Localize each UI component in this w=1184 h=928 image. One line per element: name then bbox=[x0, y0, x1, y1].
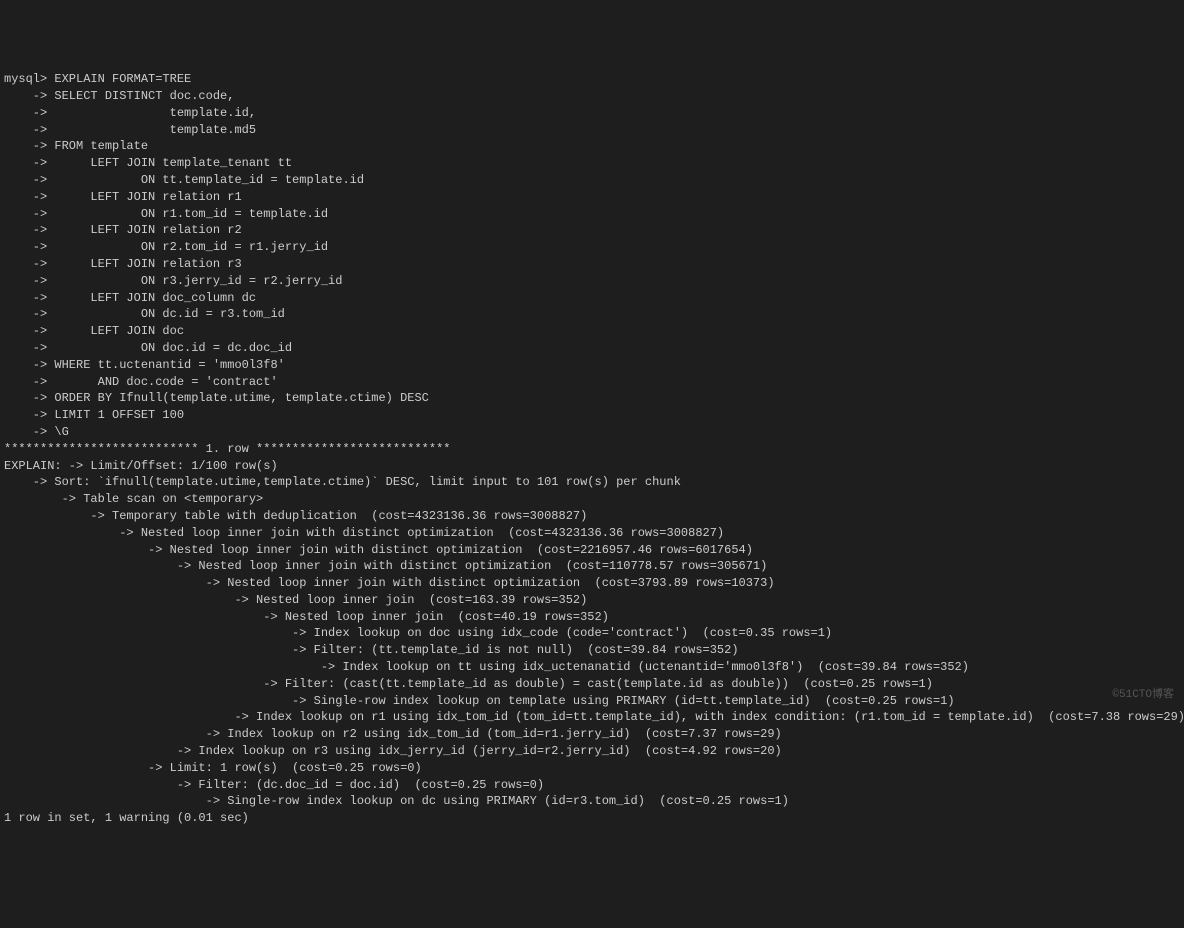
terminal-line: -> ON r3.jerry_id = r2.jerry_id bbox=[4, 273, 1180, 290]
terminal-line: -> Filter: (cast(tt.template_id as doubl… bbox=[4, 676, 1180, 693]
terminal-line: -> ORDER BY Ifnull(template.utime, templ… bbox=[4, 390, 1180, 407]
watermark-text: ©51CTO博客 bbox=[1112, 688, 1174, 703]
terminal-line: -> Filter: (tt.template_id is not null) … bbox=[4, 642, 1180, 659]
terminal-line: -> ON r1.tom_id = template.id bbox=[4, 206, 1180, 223]
terminal-line: mysql> EXPLAIN FORMAT=TREE bbox=[4, 71, 1180, 88]
terminal-line: -> Nested loop inner join with distinct … bbox=[4, 575, 1180, 592]
terminal-line: -> ON doc.id = dc.doc_id bbox=[4, 340, 1180, 357]
terminal-line: -> Nested loop inner join with distinct … bbox=[4, 525, 1180, 542]
terminal-line: 1 row in set, 1 warning (0.01 sec) bbox=[4, 810, 1180, 827]
terminal-line: -> Nested loop inner join (cost=163.39 r… bbox=[4, 592, 1180, 609]
terminal-line: -> Limit: 1 row(s) (cost=0.25 rows=0) bbox=[4, 760, 1180, 777]
terminal-line: *************************** 1. row *****… bbox=[4, 441, 1180, 458]
terminal-line: -> LEFT JOIN relation r2 bbox=[4, 222, 1180, 239]
terminal-line: -> Nested loop inner join with distinct … bbox=[4, 542, 1180, 559]
terminal-line: -> Index lookup on r1 using idx_tom_id (… bbox=[4, 709, 1180, 726]
terminal-output[interactable]: mysql> EXPLAIN FORMAT=TREE -> SELECT DIS… bbox=[4, 71, 1180, 827]
terminal-line: EXPLAIN: -> Limit/Offset: 1/100 row(s) bbox=[4, 458, 1180, 475]
terminal-line: -> Index lookup on r3 using idx_jerry_id… bbox=[4, 743, 1180, 760]
terminal-line: -> Nested loop inner join (cost=40.19 ro… bbox=[4, 609, 1180, 626]
terminal-line: -> Sort: `ifnull(template.utime,template… bbox=[4, 474, 1180, 491]
terminal-line: -> ON tt.template_id = template.id bbox=[4, 172, 1180, 189]
terminal-line: -> SELECT DISTINCT doc.code, bbox=[4, 88, 1180, 105]
terminal-line: -> Nested loop inner join with distinct … bbox=[4, 558, 1180, 575]
terminal-line: -> Index lookup on r2 using idx_tom_id (… bbox=[4, 726, 1180, 743]
terminal-line: -> ON r2.tom_id = r1.jerry_id bbox=[4, 239, 1180, 256]
terminal-line: -> Single-row index lookup on dc using P… bbox=[4, 793, 1180, 810]
terminal-line: -> Single-row index lookup on template u… bbox=[4, 693, 1180, 710]
terminal-line: -> Filter: (dc.doc_id = doc.id) (cost=0.… bbox=[4, 777, 1180, 794]
terminal-line: -> LEFT JOIN relation r3 bbox=[4, 256, 1180, 273]
terminal-line: -> AND doc.code = 'contract' bbox=[4, 374, 1180, 391]
terminal-line: -> LEFT JOIN doc bbox=[4, 323, 1180, 340]
terminal-line: -> template.id, bbox=[4, 105, 1180, 122]
terminal-line: -> LIMIT 1 OFFSET 100 bbox=[4, 407, 1180, 424]
terminal-line: -> template.md5 bbox=[4, 122, 1180, 139]
terminal-line: -> Temporary table with deduplication (c… bbox=[4, 508, 1180, 525]
terminal-line: -> Index lookup on tt using idx_uctenana… bbox=[4, 659, 1180, 676]
terminal-line: -> ON dc.id = r3.tom_id bbox=[4, 306, 1180, 323]
terminal-line: -> Table scan on <temporary> bbox=[4, 491, 1180, 508]
terminal-line: -> Index lookup on doc using idx_code (c… bbox=[4, 625, 1180, 642]
terminal-line: -> LEFT JOIN doc_column dc bbox=[4, 290, 1180, 307]
terminal-line: -> LEFT JOIN relation r1 bbox=[4, 189, 1180, 206]
terminal-line: -> FROM template bbox=[4, 138, 1180, 155]
terminal-line: -> \G bbox=[4, 424, 1180, 441]
terminal-line: -> LEFT JOIN template_tenant tt bbox=[4, 155, 1180, 172]
terminal-line: -> WHERE tt.uctenantid = 'mmo0l3f8' bbox=[4, 357, 1180, 374]
